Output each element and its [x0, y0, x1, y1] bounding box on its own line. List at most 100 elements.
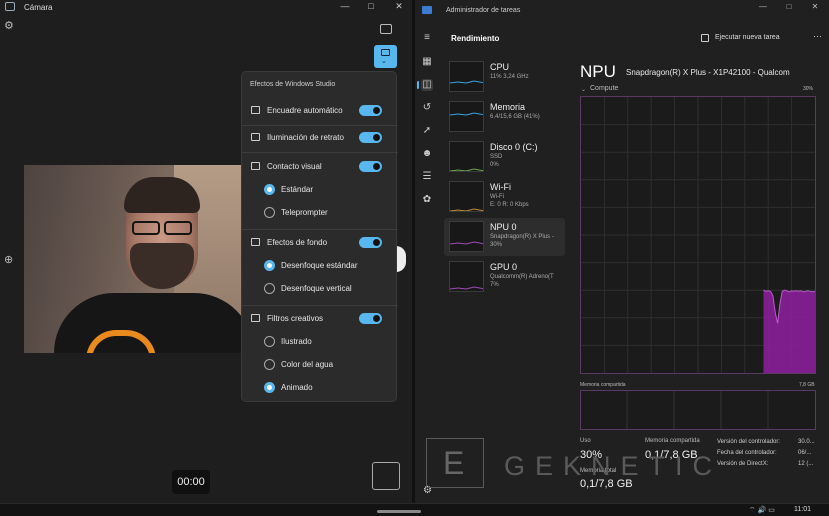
volume-icon[interactable]: 🔊 [758, 507, 767, 514]
camera-title: Cámara [24, 3, 53, 12]
radio[interactable] [264, 207, 275, 218]
background-option[interactable]: Desenfoque vertical [242, 278, 398, 300]
radio[interactable] [264, 336, 275, 347]
resource-cpu[interactable]: CPU 11% 3,24 GHz [444, 58, 565, 96]
resource-name: GPU 0 [490, 262, 518, 272]
shared-memory-label: Memoria compartida [645, 438, 700, 444]
resource-detail: Qualcomm(R) Adreno(T [490, 274, 554, 280]
option-label: Desenfoque estándar [281, 261, 358, 270]
resource-memory[interactable]: Memoria 6,4/15,6 GB (41%) [444, 98, 565, 136]
eye-contact-toggle[interactable] [359, 161, 382, 172]
total-memory-value: 0,1/7,8 GB [580, 478, 633, 490]
driver-date-value: 06/... [798, 450, 812, 456]
close-icon[interactable]: ✕ [809, 2, 821, 11]
studio-effects-button[interactable]: ⌄ [374, 45, 397, 68]
chevron-down-icon: ⌄ [381, 58, 387, 65]
graph-max: 30% [803, 86, 814, 92]
run-new-task-button[interactable]: Ejecutar nueva tarea [715, 34, 780, 41]
npu-detail: NPU Snapdragon(R) X Plus - X1P42100 - Qu… [580, 58, 829, 503]
resource-detail: 6,4/15,6 GB (41%) [490, 114, 540, 120]
task-manager-title: Administrador de tareas [446, 7, 521, 14]
option-label: Teleprompter [281, 208, 328, 217]
radio-selected[interactable] [264, 184, 275, 195]
hamburger-icon[interactable]: ≡ [421, 32, 433, 44]
minimize-icon[interactable]: — [757, 2, 769, 11]
close-icon[interactable]: ✕ [392, 1, 406, 12]
directx-label: Versión de DirectX: [717, 461, 769, 467]
resource-name: Wi-Fi [490, 182, 511, 192]
system-tray[interactable]: ⌔ 🔊 ▭ [749, 506, 775, 515]
creative-filters-toggle[interactable] [359, 313, 382, 324]
resource-sparkline [449, 61, 484, 92]
resource-wifi[interactable]: Wi-Fi Wi-Fi E: 0 R: 0 Kbps [444, 178, 565, 216]
resource-detail: Snapdragon(R) X Plus - [490, 234, 554, 240]
more-options-icon[interactable]: ⋯ [813, 31, 822, 42]
shared-memory-graph-label: Memoria compartida [580, 382, 626, 388]
creative-option[interactable]: Color del agua [242, 354, 398, 376]
performance-icon[interactable]: ◫ [417, 79, 433, 91]
resource-gpu[interactable]: GPU 0 Qualcomm(R) Adreno(T 7% [444, 258, 565, 296]
resource-detail: E: 0 R: 0 Kbps [490, 202, 529, 208]
radio[interactable] [264, 283, 275, 294]
creative-option[interactable]: Animado [242, 377, 398, 399]
camera-app-icon [5, 2, 15, 11]
app-history-icon[interactable]: ↺ [421, 102, 433, 114]
resource-detail: Wi-Fi [490, 194, 504, 200]
eye-contact-option[interactable]: Estándar [242, 179, 398, 201]
gallery-thumbnail[interactable] [372, 462, 400, 490]
radio-selected[interactable] [264, 260, 275, 271]
eye-icon [251, 162, 260, 170]
total-memory-label: Memoria total [580, 468, 617, 474]
details-icon[interactable]: ☰ [421, 171, 433, 183]
background-effects-toggle[interactable] [359, 237, 382, 248]
auto-framing-row: Encuadre automático [242, 100, 398, 122]
shared-memory-value: 0,1/7,8 GB [645, 449, 698, 461]
studio-effects-panel: Efectos de Windows Studio Encuadre autom… [241, 71, 398, 402]
task-manager-titlebar: Administrador de tareas — □ ✕ [415, 0, 829, 22]
radio[interactable] [264, 359, 275, 370]
maximize-icon[interactable]: □ [783, 2, 795, 11]
wifi-icon[interactable]: ⌔ [749, 507, 756, 514]
processes-icon[interactable]: ▦ [421, 56, 433, 68]
filters-icon [251, 314, 260, 322]
driver-date-label: Fecha del controlador: [717, 450, 777, 456]
resource-detail: 0% [490, 162, 499, 168]
maximize-icon[interactable]: □ [364, 1, 378, 11]
gear-icon[interactable]: ⚙ [4, 20, 16, 32]
chevron-down-icon[interactable]: ⌄ [581, 86, 586, 93]
usage-label: Uso [580, 438, 591, 444]
resource-name: Memoria [490, 102, 526, 112]
eye-contact-option[interactable]: Teleprompter [242, 202, 398, 224]
services-icon[interactable]: ✿ [421, 194, 433, 206]
task-manager-app-icon [422, 6, 432, 14]
eye-contact-row: Contacto visual [242, 156, 398, 178]
resource-name: Disco 0 (C:) [490, 142, 538, 152]
resource-detail: SSD [490, 154, 503, 160]
option-label: Desenfoque vertical [281, 284, 352, 293]
zoom-icon[interactable]: ⊕ [4, 253, 13, 266]
camera-switch-icon[interactable] [380, 24, 392, 34]
resource-disk[interactable]: Disco 0 (C:) SSD 0% [444, 138, 565, 176]
portrait-light-row: Iluminación de retrato [242, 127, 398, 149]
portrait-icon [251, 133, 260, 141]
startup-apps-icon[interactable]: ➚ [421, 125, 433, 137]
battery-icon[interactable]: ▭ [768, 507, 775, 514]
minimize-icon[interactable]: — [338, 1, 352, 11]
device-model: Snapdragon(R) X Plus - X1P42100 - Qualco… [626, 68, 790, 77]
framing-icon [251, 106, 260, 114]
graph-label: Compute [590, 85, 619, 92]
taskbar-handle[interactable] [377, 510, 421, 513]
clock[interactable]: 11:01 [794, 506, 811, 513]
creative-option[interactable]: Ilustrado [242, 331, 398, 353]
task-manager-header: Rendimiento Ejecutar nueva tarea ⋯ [443, 26, 829, 52]
gear-icon[interactable]: ⚙ [423, 485, 432, 496]
portrait-light-label: Iluminación de retrato [267, 133, 344, 142]
run-task-icon [701, 34, 709, 42]
radio-selected[interactable] [264, 382, 275, 393]
auto-framing-toggle[interactable] [359, 105, 382, 116]
background-option[interactable]: Desenfoque estándar [242, 255, 398, 277]
resource-sparkline [449, 221, 484, 252]
portrait-light-toggle[interactable] [359, 132, 382, 143]
resource-npu[interactable]: NPU 0 Snapdragon(R) X Plus - 30% [444, 218, 565, 256]
users-icon[interactable]: ☻ [421, 148, 433, 160]
